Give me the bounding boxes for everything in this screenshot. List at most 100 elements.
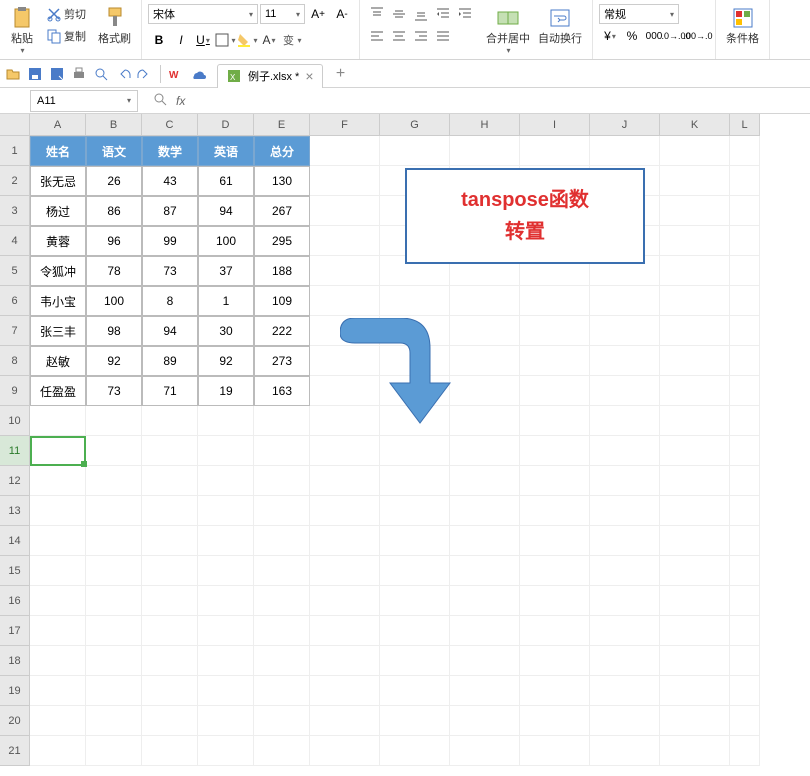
col-header[interactable]: B [86,114,142,136]
row-header[interactable]: 5 [0,256,30,286]
col-header[interactable]: H [450,114,520,136]
redo-button[interactable] [136,65,154,83]
number-format-select[interactable]: 常规▾ [599,4,679,24]
table-cell[interactable]: 61 [198,166,254,196]
paste-button[interactable]: 粘贴▾ [6,4,38,57]
row-header[interactable]: 20 [0,706,30,736]
conditional-format-button[interactable]: 条件格 [722,4,763,48]
format-painter-button[interactable]: 格式刷 [94,4,135,48]
increase-indent-button[interactable] [454,4,476,24]
col-header[interactable]: A [30,114,86,136]
cut-button[interactable]: 剪切 [42,4,90,24]
saveas-button[interactable] [48,65,66,83]
row-header[interactable]: 14 [0,526,30,556]
table-cell[interactable]: 98 [86,316,142,346]
phonetic-button[interactable]: 变▾ [280,30,302,50]
col-header[interactable]: C [142,114,198,136]
col-header[interactable]: G [380,114,450,136]
active-cell[interactable] [30,436,86,466]
table-cell[interactable]: 73 [86,376,142,406]
currency-button[interactable]: ¥▾ [599,26,621,46]
table-cell[interactable]: 163 [254,376,310,406]
table-cell[interactable]: 94 [198,196,254,226]
table-cell[interactable]: 杨过 [30,196,86,226]
col-header[interactable]: J [590,114,660,136]
print-button[interactable] [70,65,88,83]
merge-center-button[interactable]: 合并居中▾ [482,4,534,57]
open-button[interactable] [4,65,22,83]
table-cell[interactable]: 1 [198,286,254,316]
table-cell[interactable]: 78 [86,256,142,286]
close-tab-button[interactable]: × [305,68,313,84]
table-header-cell[interactable]: 语文 [86,136,142,166]
table-cell[interactable]: 71 [142,376,198,406]
col-header[interactable]: F [310,114,380,136]
table-cell[interactable]: 100 [198,226,254,256]
table-cell[interactable]: 87 [142,196,198,226]
table-cell[interactable]: 96 [86,226,142,256]
table-cell[interactable]: 130 [254,166,310,196]
row-header[interactable]: 6 [0,286,30,316]
row-header[interactable]: 10 [0,406,30,436]
fx-label[interactable]: fx [176,94,185,108]
table-header-cell[interactable]: 总分 [254,136,310,166]
row-header[interactable]: 8 [0,346,30,376]
table-cell[interactable]: 令狐冲 [30,256,86,286]
row-header[interactable]: 12 [0,466,30,496]
table-cell[interactable]: 黄蓉 [30,226,86,256]
font-name-select[interactable]: 宋体▾ [148,4,258,24]
cells-area[interactable]: 姓名语文数学英语总分张无忌264361130杨过868794267黄蓉96991… [30,136,760,766]
find-icon[interactable] [152,91,168,110]
row-header[interactable]: 19 [0,676,30,706]
row-header[interactable]: 7 [0,316,30,346]
percent-button[interactable]: % [621,26,643,46]
name-box[interactable]: A11▾ [30,90,138,112]
table-cell[interactable]: 张无忌 [30,166,86,196]
table-cell[interactable]: 94 [142,316,198,346]
table-cell[interactable]: 273 [254,346,310,376]
row-header[interactable]: 4 [0,226,30,256]
row-header[interactable]: 9 [0,376,30,406]
align-top-button[interactable] [366,4,388,24]
preview-button[interactable] [92,65,110,83]
table-cell[interactable]: 267 [254,196,310,226]
row-header[interactable]: 21 [0,736,30,766]
font-size-select[interactable]: 11▾ [260,4,305,24]
underline-button[interactable]: U▾ [192,30,214,50]
cloud-button[interactable] [189,65,207,83]
col-header[interactable]: D [198,114,254,136]
row-header[interactable]: 2 [0,166,30,196]
font-color-button[interactable]: A▾ [258,30,280,50]
table-cell[interactable]: 19 [198,376,254,406]
row-header[interactable]: 16 [0,586,30,616]
bold-button[interactable]: B [148,30,170,50]
table-cell[interactable]: 99 [142,226,198,256]
table-cell[interactable]: 222 [254,316,310,346]
table-cell[interactable]: 92 [198,346,254,376]
table-cell[interactable]: 37 [198,256,254,286]
border-button[interactable]: ▾ [214,30,236,50]
table-cell[interactable]: 109 [254,286,310,316]
row-header[interactable]: 15 [0,556,30,586]
table-cell[interactable]: 100 [86,286,142,316]
justify-button[interactable] [432,26,454,46]
align-right-button[interactable] [410,26,432,46]
col-header[interactable]: K [660,114,730,136]
row-header[interactable]: 11 [0,436,30,466]
col-header[interactable]: I [520,114,590,136]
align-bottom-button[interactable] [410,4,432,24]
table-cell[interactable]: 任盈盈 [30,376,86,406]
table-cell[interactable]: 韦小宝 [30,286,86,316]
align-center-button[interactable] [388,26,410,46]
row-header[interactable]: 17 [0,616,30,646]
decrease-indent-button[interactable] [432,4,454,24]
col-header[interactable]: L [730,114,760,136]
wps-button[interactable]: W [167,65,185,83]
col-header[interactable]: E [254,114,310,136]
table-cell[interactable]: 89 [142,346,198,376]
table-cell[interactable]: 86 [86,196,142,226]
select-all-corner[interactable] [0,114,30,136]
fill-color-button[interactable]: ▾ [236,30,258,50]
table-cell[interactable]: 8 [142,286,198,316]
wrap-text-button[interactable]: 自动换行 [534,4,586,48]
